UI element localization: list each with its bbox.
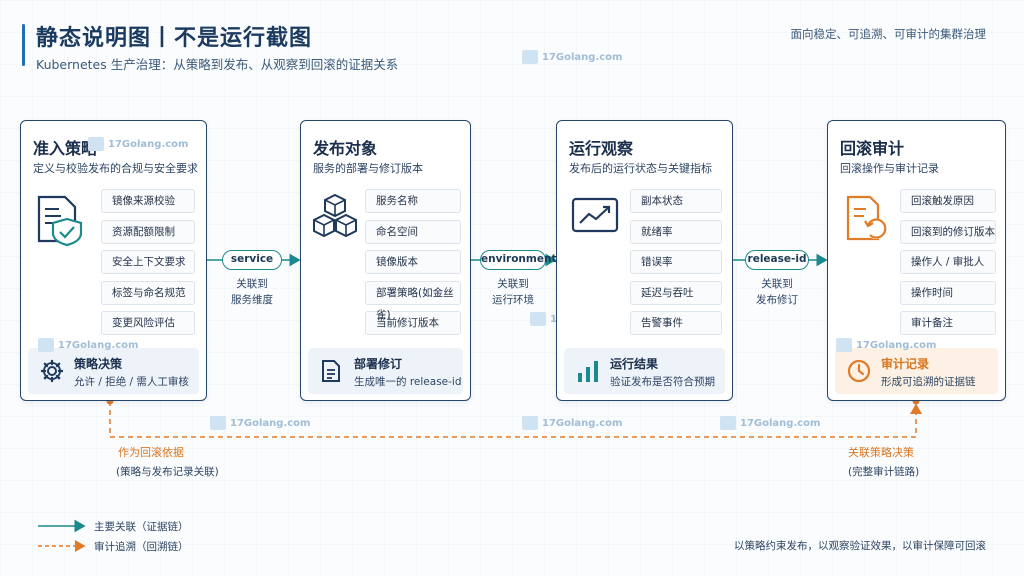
list-item: 回滚触发原因 [900, 189, 996, 213]
trend-chart-icon [571, 197, 619, 239]
card-title: 运行观察 [569, 139, 634, 158]
card-footer: 审计记录 形成可追溯的证据链 [835, 348, 998, 394]
connector-label: 关联到 服务维度 [231, 278, 273, 306]
watermark: 17Golang.com [836, 338, 936, 352]
footer-note: 以策略约束发布，以观察验证效果，以审计保障可回滚 [734, 540, 986, 552]
footer-text: 允许 / 拒绝 / 需人工审核 [74, 376, 189, 388]
card-desc: 服务的部署与修订版本 [313, 162, 423, 175]
connector-label: 关联到 运行环境 [492, 278, 534, 306]
card-runtime-observation: 运行观察 发布后的运行状态与关键指标 副本状态 就绪率 错误率 延迟与吞吐 告警… [556, 120, 733, 401]
connector-pill-release-id: release-id [745, 250, 809, 270]
card-rollback-audit: 回滚审计 回滚操作与审计记录 回滚触发原因 回滚到的修订版本 操作人 / 审批人… [827, 120, 1006, 401]
list-item: 服务名称 [365, 189, 461, 213]
card-footer: 运行结果 验证发布是否符合预期 [564, 348, 725, 394]
connector-pill-environment: environment [480, 250, 556, 270]
list-item: 错误率 [630, 250, 722, 274]
list-item: 资源配额限制 [101, 219, 195, 244]
cubes-icon [313, 193, 357, 243]
gear-icon [40, 359, 64, 387]
document-icon [320, 359, 342, 387]
footer-text: 形成可追溯的证据链 [881, 376, 976, 388]
trace-right-title: 关联策略决策 [848, 446, 914, 459]
bar-chart-icon [576, 359, 600, 387]
card-desc: 回滚操作与审计记录 [840, 162, 939, 175]
card-item-list: 服务名称 命名空间 镜像版本 部署策略(如金丝雀) 当前修订版本 [365, 189, 461, 342]
legend-trace-label: 审计追溯（回溯链） [94, 541, 189, 553]
footer-title: 审计记录 [881, 357, 930, 371]
trace-left-sub: (策略与发布记录关联) [116, 466, 219, 478]
card-admission-policy: 准入策略 定义与校验发布的合规与安全要求 镜像来源校验 资源配额限制 安全上下文… [20, 120, 207, 401]
watermark: 17Golang.com [88, 137, 188, 151]
list-item: 审计备注 [900, 311, 996, 335]
card-release-object: 发布对象 服务的部署与修订版本 服务名称 命名空间 镜像版本 部署策略(如金丝雀… [300, 120, 471, 401]
list-item: 镜像版本 [365, 250, 461, 274]
document-rollback-icon [844, 195, 890, 247]
trace-dashed-line [109, 401, 922, 438]
list-item: 当前修订版本 [365, 311, 461, 335]
list-item: 镜像来源校验 [101, 189, 195, 213]
footer-title: 运行结果 [610, 357, 659, 371]
clock-icon [847, 359, 871, 387]
card-desc: 定义与校验发布的合规与安全要求 [33, 162, 198, 175]
trace-left-title: 作为回滚依据 [118, 446, 184, 459]
list-item: 标签与命名规范 [101, 280, 195, 305]
list-item: 变更风险评估 [101, 311, 195, 335]
card-item-list: 镜像来源校验 资源配额限制 安全上下文要求 标签与命名规范 变更风险评估 [101, 189, 195, 342]
list-item: 安全上下文要求 [101, 250, 195, 274]
list-item: 就绪率 [630, 219, 722, 244]
footer-text: 验证发布是否符合预期 [610, 376, 715, 388]
list-item: 副本状态 [630, 189, 722, 213]
list-item: 部署策略(如金丝雀) [365, 280, 461, 321]
card-footer: 部署修订 生成唯一的 release-id [308, 348, 463, 394]
watermark: 17Golang.com [38, 338, 138, 352]
card-item-list: 回滚触发原因 回滚到的修订版本 操作人 / 审批人 操作时间 审计备注 [900, 189, 996, 342]
card-title: 回滚审计 [840, 139, 905, 158]
card-title: 发布对象 [313, 139, 378, 158]
list-item: 延迟与吞吐 [630, 280, 722, 305]
list-item: 回滚到的修订版本 [900, 219, 996, 244]
list-item: 告警事件 [630, 311, 722, 335]
list-item: 命名空间 [365, 219, 461, 244]
footer-text: 生成唯一的 release-id [354, 376, 462, 388]
connector-label: 关联到 发布修订 [756, 278, 798, 306]
document-shield-icon [35, 195, 85, 251]
legend-primary-label: 主要关联（证据链） [94, 521, 189, 533]
card-footer: 策略决策 允许 / 拒绝 / 需人工审核 [28, 348, 199, 394]
footer-title: 部署修订 [354, 357, 403, 371]
connector-pill-service: service [222, 250, 282, 270]
list-item: 操作人 / 审批人 [900, 250, 996, 274]
card-item-list: 副本状态 就绪率 错误率 延迟与吞吐 告警事件 [630, 189, 722, 342]
trace-right-sub: (完整审计链路) [848, 466, 920, 478]
footer-title: 策略决策 [74, 357, 123, 371]
list-item: 操作时间 [900, 280, 996, 305]
card-desc: 发布后的运行状态与关键指标 [569, 162, 712, 175]
